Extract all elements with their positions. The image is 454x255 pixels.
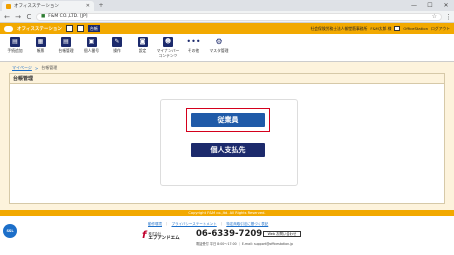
help-link[interactable]: OfficeStation	[403, 26, 428, 31]
id-card-icon: ▣	[86, 37, 97, 47]
footer-link-environment[interactable]: 動作環境	[148, 222, 162, 227]
menu-item-9[interactable]: ⚙ マスタ管理	[208, 37, 230, 59]
header-user-links: 社会保険労務士法人御堂筋事務所 F&M太郎 様 OfficeStation ログ…	[310, 26, 450, 32]
menu-item-8[interactable]: ••• その他	[183, 37, 205, 59]
menu-item-5[interactable]: ✎ 操作	[106, 37, 128, 59]
operation-icon: ✎	[112, 37, 122, 47]
site-footer: SSL 動作環境 ｜ プライバシーステートメント ｜ 特定商取引法に基づく表記 …	[0, 216, 454, 255]
ledger-panel: 台帳管理 従業員 個人支払先	[9, 73, 445, 204]
app-logo-text[interactable]: オフィスステーション	[17, 26, 62, 32]
browser-tab-bar: オフィスステーション ✕ + — ☐ ✕	[0, 0, 454, 11]
menu-item-4[interactable]: ▣ 個人番号	[81, 37, 103, 59]
breadcrumb-current: 台帳管理	[41, 65, 58, 70]
breadcrumb: マイページ > 台帳管理	[12, 65, 57, 71]
new-tab-button[interactable]: +	[97, 2, 105, 9]
menu-item-2[interactable]: ▦ 帳票	[30, 37, 52, 59]
company-name: エフアンドエム	[148, 235, 180, 241]
browser-tab[interactable]: オフィスステーション ✕	[2, 1, 94, 11]
web-inquiry-button[interactable]: Web お問い合わせ	[263, 231, 301, 237]
back-button[interactable]: ←	[3, 12, 11, 22]
breadcrumb-separator: >	[34, 65, 39, 71]
menu-item-label: 個人番号	[83, 48, 100, 53]
security-seal-icon: SSL	[3, 224, 17, 238]
menu-item-label: マイナンバー コンテンツ	[156, 48, 180, 58]
menu-item-1[interactable]: ▤ 手続追加	[4, 37, 26, 59]
menu-item-3[interactable]: ▤ 台帳管理	[55, 37, 77, 59]
bookmark-star-icon[interactable]: ☆	[432, 13, 437, 20]
menu-item-label: 台帳管理	[58, 48, 74, 53]
close-window-button[interactable]: ✕	[440, 1, 452, 10]
window-controls: — ☐ ✕	[408, 1, 452, 10]
tab-close-icon[interactable]: ✕	[86, 3, 90, 9]
browser-toolbar: ← → C ■ F&M CO.,LTD. [JP] ☆ ⋮	[0, 11, 454, 23]
user-name: F&M太郎 様	[370, 25, 392, 31]
footer-links: 動作環境 ｜ プライバシーステートメント ｜ 特定商取引法に基づく表記	[148, 222, 268, 227]
menu-item-label: その他	[187, 48, 200, 53]
ledger-choice-box: 従業員 個人支払先	[160, 99, 298, 186]
main-icon-menu: ▤ 手続追加 ▦ 帳票 ▤ 台帳管理 ▣ 個人番号 ✎ 操作 ◙ 設定 ☻ マイナンバー コンテンツ •••…	[0, 34, 454, 62]
footer-link-separator: ｜	[165, 222, 169, 226]
fm-logo-icon: f	[142, 230, 147, 241]
doc-plus-icon: ▤	[10, 37, 20, 47]
people-icon: ☻	[163, 37, 173, 47]
employee-button[interactable]: 従業員	[191, 113, 265, 127]
reload-button[interactable]: C	[25, 12, 33, 22]
menu-item-label: 設定	[138, 48, 147, 53]
mail-icon[interactable]	[394, 26, 401, 31]
browser-menu-icon[interactable]: ⋮	[445, 12, 452, 22]
menu-item-6[interactable]: ◙ 設定	[132, 37, 154, 59]
menu-item-label: 操作	[113, 48, 121, 53]
support-phone: 06-6339-7209	[196, 229, 263, 239]
address-bar[interactable]: ■ F&M CO.,LTD. [JP] ☆	[36, 12, 442, 21]
maximize-button[interactable]: ☐	[424, 1, 436, 10]
report-icon: ▦	[35, 37, 46, 47]
company-logo: f 株式会社 エフアンドエム	[142, 230, 180, 242]
gear-icon: ⚙	[214, 37, 224, 47]
footer-link-separator: ｜	[219, 222, 224, 226]
secure-site-label: F&M CO.,LTD. [JP]	[48, 14, 88, 19]
menu-item-7[interactable]: ☻ マイナンバー コンテンツ	[157, 37, 179, 59]
content-area: マイページ > 台帳管理 台帳管理 従業員 個人支払先	[0, 62, 454, 210]
ledger-mode-icon	[65, 25, 73, 32]
menu-item-label: マスタ管理	[209, 48, 229, 53]
cloud-logo-icon	[4, 25, 13, 32]
camera-icon: ◙	[137, 37, 148, 47]
more-icon: •••	[186, 37, 201, 47]
plan-badge: 台帳	[87, 25, 100, 32]
support-hours: 電話受付 平日 8:00～17:00 ｜ E-mail: support@off…	[196, 242, 294, 246]
logout-link[interactable]: ログアウト	[431, 26, 450, 32]
footer-link-commerce[interactable]: 特定商取引法に基づく表記	[226, 222, 268, 227]
menu-item-label: 手続追加	[7, 48, 23, 53]
page-title: 台帳管理	[10, 74, 444, 84]
person-mode-icon	[76, 25, 84, 32]
app-header: オフィスステーション 台帳 社会保険労務士法人御堂筋事務所 F&M太郎 様 Of…	[0, 23, 454, 34]
favicon-icon	[6, 3, 11, 9]
minimize-button[interactable]: —	[408, 1, 420, 10]
lock-icon: ■	[41, 14, 46, 19]
footer-link-privacy[interactable]: プライバシーステートメント	[172, 222, 217, 227]
office-name: 社会保険労務士法人御堂筋事務所	[310, 25, 368, 31]
menu-item-label: 帳票	[36, 48, 45, 53]
forward-button[interactable]: →	[14, 12, 22, 22]
tab-title: オフィスステーション	[14, 4, 59, 9]
breadcrumb-home-link[interactable]: マイページ	[12, 65, 32, 71]
ledger-icon: ▤	[61, 37, 71, 47]
individual-payee-button[interactable]: 個人支払先	[191, 143, 265, 157]
